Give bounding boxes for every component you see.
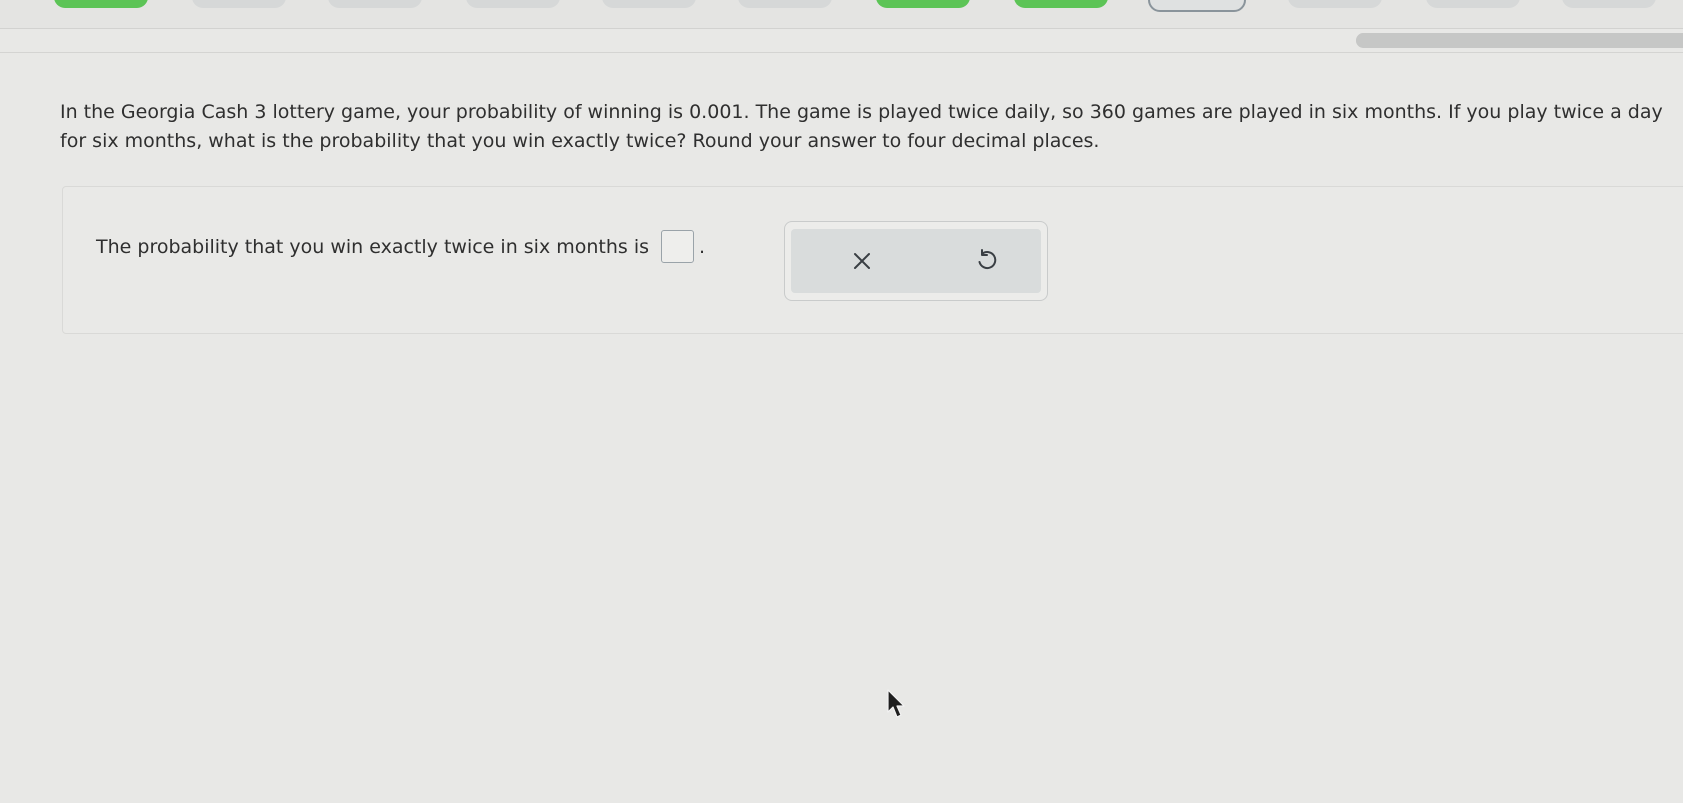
question-nav-button[interactable]: [328, 0, 422, 8]
question-nav-button[interactable]: [1426, 0, 1520, 8]
question-text: In the Georgia Cash 3 lottery game, your…: [60, 101, 1663, 152]
question-nav-button[interactable]: [1562, 0, 1656, 8]
question-nav-button-completed[interactable]: [54, 0, 148, 8]
answer-line: The probability that you win exactly twi…: [96, 230, 705, 263]
question-nav-button[interactable]: [466, 0, 560, 8]
x-icon: [854, 253, 870, 269]
question-nav-button[interactable]: [602, 0, 696, 8]
question-nav-button-current[interactable]: [1148, 0, 1246, 12]
answer-toolbar-inner: [791, 229, 1041, 293]
answer-prompt: The probability that you win exactly twi…: [96, 235, 650, 258]
header-divider: [0, 52, 1683, 53]
undo-icon: [978, 249, 997, 269]
answer-suffix: .: [699, 235, 706, 258]
clear-button[interactable]: [844, 243, 880, 279]
answer-toolbar: [784, 221, 1048, 301]
answer-input[interactable]: [661, 230, 695, 263]
question-nav-button[interactable]: [192, 0, 286, 8]
question-nav-button-completed[interactable]: [1014, 0, 1108, 8]
progress-bar-fill: [1356, 33, 1683, 48]
question-nav-button[interactable]: [738, 0, 832, 8]
question-nav-button[interactable]: [1288, 0, 1382, 8]
mouse-pointer-icon: [887, 689, 905, 718]
progress-bar: [1356, 33, 1683, 48]
question-nav-button-completed[interactable]: [876, 0, 970, 8]
undo-button[interactable]: [968, 243, 1004, 279]
question-nav-strip: [0, 0, 1683, 29]
